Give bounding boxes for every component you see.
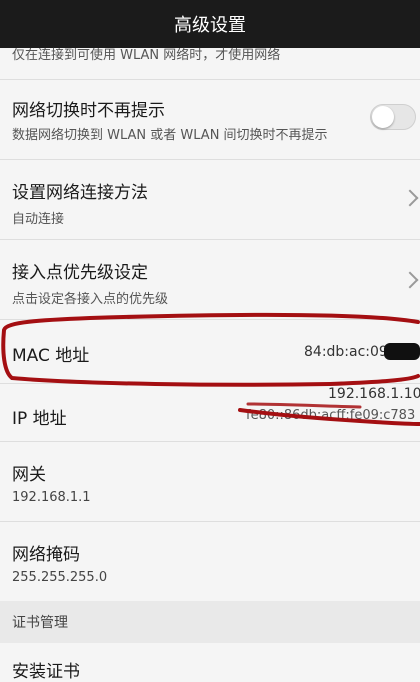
setting-title: 设置网络连接方法 <box>12 183 148 203</box>
ip-address-value: 192.168.1.102 <box>328 386 420 402</box>
info-title: IP 地址 <box>12 409 67 429</box>
settings-list: 仅在连接到可使用 WLAN 网络时，才使用网络 网络切换时不再提示 数据网络切换… <box>0 48 420 602</box>
info-mac-address: MAC 地址 84:db:ac:09: <box>0 320 420 384</box>
info-title: 网关 <box>12 465 46 485</box>
setting-subtitle: 自动连接 <box>12 212 65 227</box>
title-bar: 高级设置 <box>0 0 420 48</box>
gateway-value: 192.168.1.1 <box>12 490 91 505</box>
toggle-knob <box>372 106 394 128</box>
list-item-subtitle: 仅在连接到可使用 WLAN 网络时，才使用网络 <box>12 48 281 63</box>
chevron-right-icon <box>401 271 419 289</box>
setting-title: 接入点优先级设定 <box>12 263 148 283</box>
network-switch-toggle[interactable] <box>370 104 416 130</box>
info-netmask: 网络掩码 255.255.255.0 <box>0 522 420 602</box>
ip-v6-value: fe80::86db:acff:fe09:c783 <box>246 408 416 423</box>
setting-install-certificate[interactable]: 安装证书 <box>0 643 420 682</box>
setting-title: 网络切换时不再提示 <box>12 101 165 121</box>
redaction-mark <box>384 343 420 360</box>
mac-address-value: 84:db:ac:09: <box>304 344 393 360</box>
list-item-clipped[interactable]: 仅在连接到可使用 WLAN 网络时，才使用网络 <box>0 48 420 80</box>
setting-connect-method[interactable]: 设置网络连接方法 自动连接 <box>0 160 420 240</box>
chevron-right-icon <box>401 189 419 207</box>
section-header-certificates: 证书管理 <box>0 601 420 643</box>
info-title: 网络掩码 <box>12 545 80 565</box>
info-gateway: 网关 192.168.1.1 <box>0 442 420 522</box>
section-title: 证书管理 <box>12 615 68 631</box>
info-title: MAC 地址 <box>12 346 90 366</box>
setting-title: 安装证书 <box>12 662 80 682</box>
setting-network-switch-prompt[interactable]: 网络切换时不再提示 数据网络切换到 WLAN 或者 WLAN 间切换时不再提示 <box>0 80 420 160</box>
netmask-value: 255.255.255.0 <box>12 570 108 585</box>
page-title: 高级设置 <box>174 15 246 36</box>
info-ip-address: IP 地址 192.168.1.102 fe80::86db:acff:fe09… <box>0 384 420 442</box>
setting-subtitle: 数据网络切换到 WLAN 或者 WLAN 间切换时不再提示 <box>12 128 328 143</box>
setting-ap-priority[interactable]: 接入点优先级设定 点击设定各接入点的优先级 <box>0 240 420 320</box>
setting-subtitle: 点击设定各接入点的优先级 <box>12 292 169 307</box>
